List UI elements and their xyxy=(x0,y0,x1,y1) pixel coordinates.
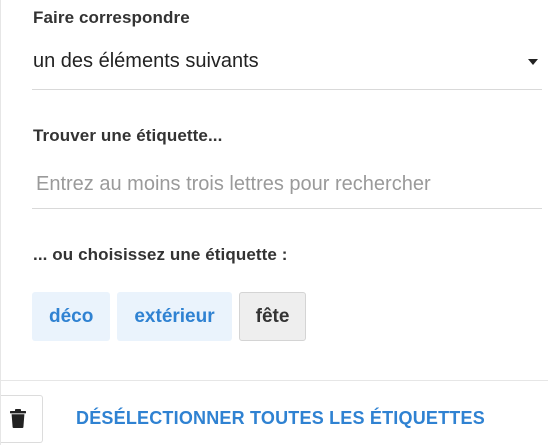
find-tag-label: Trouver une étiquette... xyxy=(33,126,223,145)
match-mode-value: un des éléments suivants xyxy=(33,50,259,72)
match-mode-select[interactable]: un des éléments suivants xyxy=(32,44,542,90)
choose-tag-label: ... ou choisissez une étiquette : xyxy=(33,245,288,264)
deselect-all-tags-link[interactable]: DÉSÉLECTIONNER TOUTES LES ÉTIQUETTES xyxy=(76,408,485,429)
tag-list: déco extérieur fête xyxy=(32,292,307,341)
tag-filter-panel: Faire correspondre un des éléments suiva… xyxy=(0,0,548,445)
tag-search-input[interactable] xyxy=(32,160,542,209)
tag-exterieur[interactable]: extérieur xyxy=(117,292,232,341)
tag-deco[interactable]: déco xyxy=(32,292,111,341)
trash-icon xyxy=(10,409,26,428)
caret-down-icon xyxy=(528,59,538,65)
clear-tags-button[interactable] xyxy=(1,395,43,443)
match-label: Faire correspondre xyxy=(33,8,190,27)
footer-divider xyxy=(1,380,548,381)
tag-fete[interactable]: fête xyxy=(238,292,307,341)
